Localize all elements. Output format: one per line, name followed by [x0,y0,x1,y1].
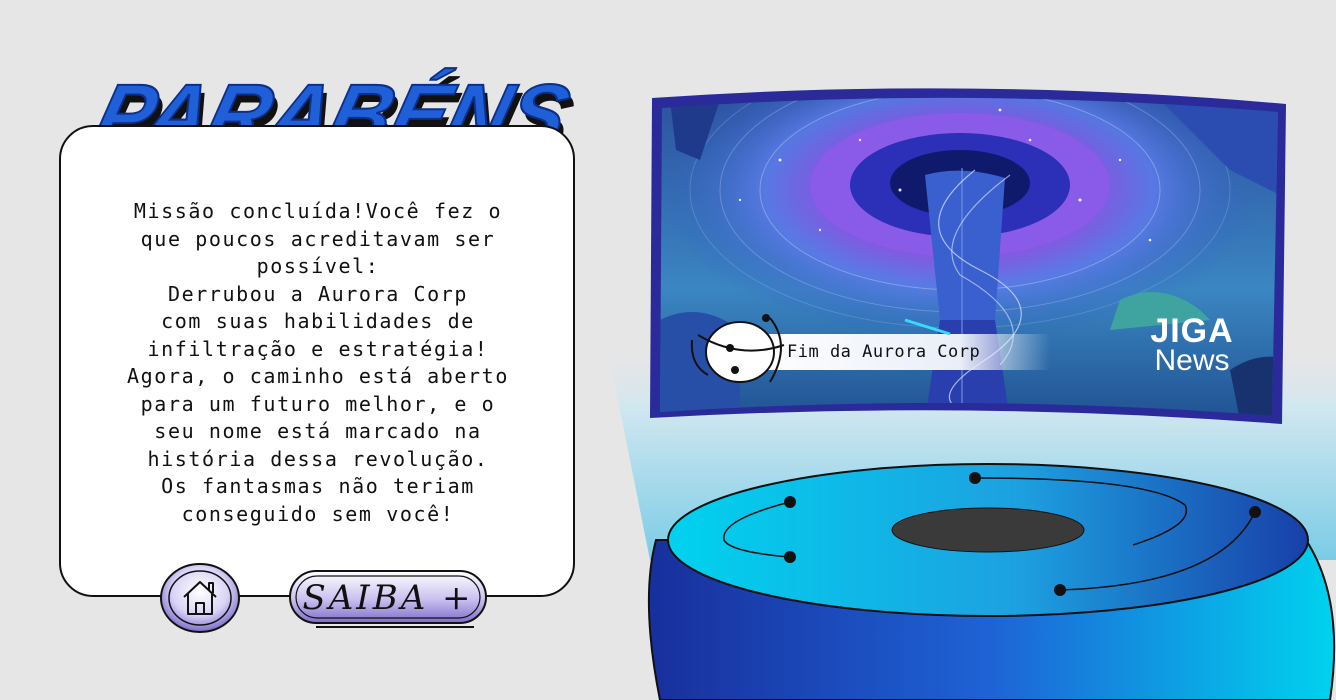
saiba-mais-button[interactable]: Saiba + [288,569,488,629]
jiga-news-logo: JIGA News [1132,314,1252,376]
mission-message: Missão concluída!Você fez o que poucos a… [127,199,509,526]
projector-base [647,463,1336,700]
saiba-mais-label: Saiba + [302,578,474,618]
brand-subtitle: News [1154,344,1230,377]
home-button[interactable] [159,562,241,634]
globe-icon [690,314,785,383]
brand-name: JIGA [1150,312,1234,350]
news-caption: Fim da Aurora Corp [787,342,981,362]
